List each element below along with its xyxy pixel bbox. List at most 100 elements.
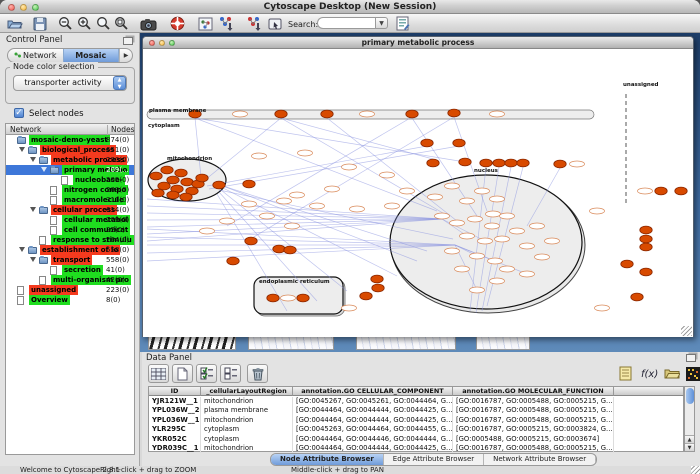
vizmapper-button[interactable] [217, 15, 235, 32]
tree-row[interactable]: cellular metabol209(0) [6, 215, 134, 225]
network-node[interactable] [325, 186, 340, 192]
table-cell[interactable]: YPL036W__1 [149, 416, 201, 425]
network-node[interactable] [167, 176, 179, 184]
network-node[interactable] [181, 178, 193, 186]
column-header[interactable]: ID [149, 387, 201, 396]
network-node[interactable] [595, 305, 610, 311]
show-table-button[interactable] [148, 364, 169, 383]
table-cell[interactable]: mitochondrion [201, 444, 293, 453]
network-node[interactable] [297, 294, 309, 302]
network-node[interactable] [350, 206, 365, 212]
network-node[interactable] [260, 213, 275, 219]
search-dropdown-button[interactable]: ▼ [375, 17, 388, 29]
app-resize-grip[interactable] [691, 466, 700, 474]
layout-button[interactable] [245, 15, 263, 32]
network-canvas[interactable]: plasma membrane cytoplasm mitochondrion … [143, 49, 693, 337]
table-cell[interactable]: [GO:0044464, GO:0044444, GO:0044425, G..… [293, 406, 453, 415]
network-node[interactable] [298, 150, 313, 156]
network-node[interactable] [470, 253, 485, 259]
formula-builder-button[interactable]: f(x) [638, 364, 659, 383]
table-cell[interactable]: [GO:0045267, GO:0045261, GO:0044464, G..… [293, 397, 453, 406]
network-node[interactable] [475, 188, 490, 194]
network-node[interactable] [631, 293, 643, 301]
network-node[interactable] [520, 243, 535, 249]
network-node[interactable] [342, 164, 357, 170]
network-node[interactable] [360, 292, 372, 300]
import-attributes-button[interactable] [661, 364, 682, 383]
delete-attribute-button[interactable] [247, 364, 268, 383]
tree-row[interactable]: macromolecule311(0) [6, 195, 134, 205]
tree-row[interactable]: cellular process614(0) [6, 205, 134, 215]
table-cell[interactable]: YDR039C__1 [149, 444, 201, 453]
table-cell[interactable]: cytoplasm [201, 435, 293, 444]
zoom-fit-button[interactable] [112, 15, 130, 32]
network-node[interactable] [427, 159, 439, 167]
new-attribute-button[interactable] [172, 364, 193, 383]
network-node[interactable] [445, 183, 460, 189]
network-node[interactable] [655, 187, 667, 195]
disclosure-triangle-icon[interactable] [30, 157, 36, 162]
network-node[interactable] [510, 228, 525, 234]
table-cell[interactable]: [GO:0016787, GO:0005488, GO:0005215, G..… [453, 397, 614, 406]
tree-row[interactable]: mosaic-demo-yeast874(0) [6, 135, 134, 145]
network-node[interactable] [640, 235, 652, 243]
tree-row[interactable]: primary metabo209(... [6, 165, 134, 175]
network-node[interactable] [342, 305, 357, 311]
open-button[interactable] [6, 15, 24, 32]
network-node[interactable] [460, 233, 475, 239]
network-node[interactable] [640, 243, 652, 251]
disclosure-triangle-icon[interactable] [19, 147, 25, 152]
node-color-combobox[interactable]: transporter activity [13, 75, 127, 91]
network-node[interactable] [468, 216, 483, 222]
network-node[interactable] [500, 213, 515, 219]
network-node[interactable] [638, 188, 653, 194]
network-graph[interactable] [143, 49, 693, 337]
network-node[interactable] [277, 198, 292, 204]
network-node[interactable] [450, 220, 465, 226]
combobox-stepper-icon[interactable]: ▲▼ [113, 76, 126, 90]
network-node[interactable] [435, 213, 450, 219]
network-node[interactable] [158, 182, 170, 190]
network-node[interactable] [290, 192, 305, 198]
tree-row[interactable]: cell communicat22(0) [6, 225, 134, 235]
attribute-matrix-button[interactable] [682, 364, 700, 383]
network-node[interactable] [490, 278, 505, 284]
window-resize-grip[interactable] [681, 326, 692, 336]
tree-row[interactable]: secretion41(0) [6, 265, 134, 275]
network-node[interactable] [500, 266, 515, 272]
scroll-down-button[interactable]: ▼ [685, 443, 694, 451]
zoom-window-button[interactable] [32, 4, 39, 11]
network-node[interactable] [152, 189, 164, 197]
tree-header[interactable]: Network Nodes [6, 124, 134, 135]
network-node[interactable] [445, 248, 460, 254]
tree-row[interactable]: response to stimulu264(0) [6, 235, 134, 245]
network-node[interactable] [448, 109, 460, 117]
network-overview-button[interactable] [196, 15, 214, 32]
close-button[interactable] [149, 40, 155, 46]
zoom-window-button[interactable] [169, 40, 175, 46]
disclosure-triangle-icon[interactable] [30, 257, 36, 262]
network-node[interactable] [545, 238, 560, 244]
network-node[interactable] [488, 258, 503, 264]
table-cell[interactable]: [GO:0044464, GO:0044446, GO:0044444, G..… [293, 435, 453, 444]
column-header[interactable]: annotation.GO MOLECULAR_FUNCTION [453, 387, 614, 396]
save-button[interactable] [31, 15, 49, 32]
network-node[interactable] [428, 194, 443, 200]
table-cell[interactable]: YJR121W__1 [149, 397, 201, 406]
network-node[interactable] [459, 158, 471, 166]
table-scrollbar[interactable]: ▲ ▼ [684, 386, 695, 452]
network-node[interactable] [200, 228, 215, 234]
network-node[interactable] [161, 166, 173, 174]
network-node[interactable] [490, 196, 505, 202]
network-node[interactable] [284, 246, 296, 254]
zoom-out-button[interactable] [56, 15, 74, 32]
tab-node-attribute-browser[interactable]: Node Attribute Browser [271, 454, 384, 465]
minimize-button[interactable] [20, 4, 27, 11]
tree-row[interactable]: nitrogen compo209(0) [6, 185, 134, 195]
minimize-button[interactable] [159, 40, 165, 46]
tree-row[interactable]: biological_process651(0) [6, 145, 134, 155]
network-node[interactable] [243, 180, 255, 188]
network-node[interactable] [478, 238, 493, 244]
network-node[interactable] [554, 160, 566, 168]
tree-row[interactable]: transport558(0) [6, 255, 134, 265]
